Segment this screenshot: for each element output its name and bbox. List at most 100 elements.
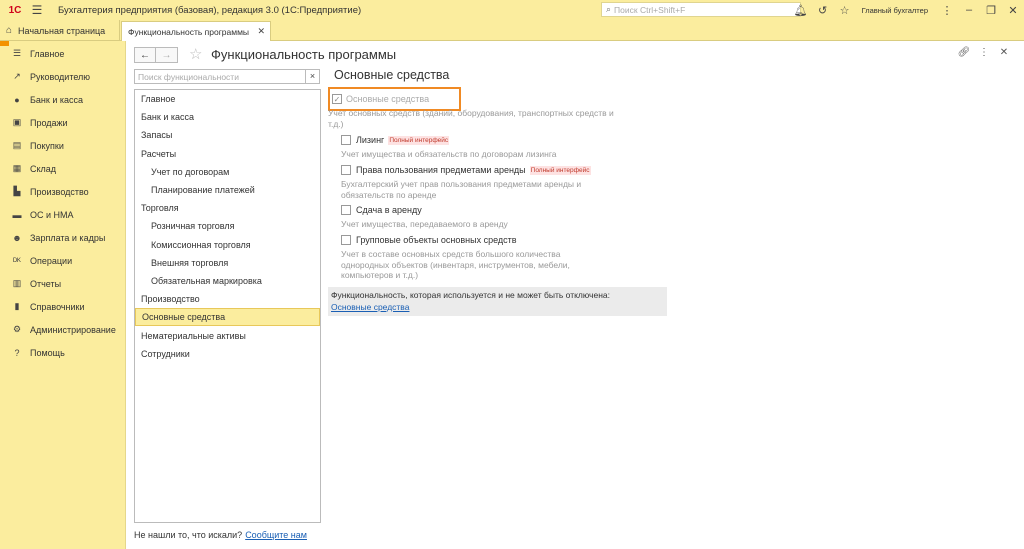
sidebar-item-label: Отчеты [30, 278, 62, 289]
checkbox[interactable] [341, 135, 351, 145]
tree-item[interactable]: Производство [135, 290, 320, 308]
factory-icon: ▙ [13, 186, 21, 196]
sidebar-item[interactable]: ? Помощь [0, 341, 125, 364]
sidebar-item-label: Помощь [30, 347, 65, 358]
sidebar-item-label: Операции [30, 255, 73, 266]
star-icon[interactable]: ☆ [834, 0, 856, 20]
trend-icon: ↗ [13, 71, 21, 81]
option-label: Права пользования предметами аренды [356, 165, 526, 175]
main-option-description: Учет основных средств (зданий, оборудова… [328, 108, 614, 129]
sidebar-item-label: Производство [30, 186, 89, 197]
sidebar-item[interactable]: ↗ Руководителю [0, 65, 125, 88]
tree-item[interactable]: Сотрудники [135, 345, 320, 363]
option-lease-rights[interactable]: Права пользования предметами аренды Полн… [341, 165, 591, 175]
tree-item[interactable]: Учет по договорам [135, 163, 320, 181]
maximize-icon[interactable]: ❐ [980, 0, 1002, 20]
tree-item[interactable]: Главное [135, 90, 320, 108]
list-icon: ☰ [12, 48, 22, 58]
forward-button[interactable]: → [156, 47, 178, 63]
sidebar-item[interactable]: ▦ Склад [0, 157, 125, 180]
sidebar-item-label: Продажи [30, 117, 68, 128]
sidebar-item-label: Главное [30, 48, 65, 59]
sidebar-item-label: Банк и касса [30, 94, 83, 105]
info-link[interactable]: Основные средства [331, 302, 664, 312]
tree-item[interactable]: Розничная торговля [135, 217, 320, 235]
option-description: Учет имущества и обязательств по договор… [341, 149, 557, 159]
more-icon[interactable]: ⋮ [974, 47, 994, 58]
sidebar-item[interactable]: ▤ Покупки [0, 134, 125, 157]
sidebar-item-label: Администрирование [30, 324, 116, 335]
tree-item[interactable]: Основные средства [135, 308, 320, 327]
close-window-icon[interactable]: ✕ [1002, 0, 1024, 20]
link-icon[interactable]: 🔗︎ [954, 47, 974, 58]
sidebar-item-label: Руководителю [30, 71, 91, 82]
functionality-tree: Главное Банк и касса Запасы Расчеты Учет по … [134, 89, 321, 523]
sidebar-item[interactable]: ▮ Справочники [0, 295, 125, 318]
sidebar-item[interactable]: ☰ Главное [0, 42, 125, 65]
tree-item[interactable]: Обязательная маркировка [135, 272, 320, 290]
sidebar-item-label: Покупки [30, 140, 64, 151]
sidebar-item-label: ОС и НМА [30, 209, 74, 220]
sidebar-item[interactable]: ☻ Зарплата и кадры [0, 226, 125, 249]
option-group-objects[interactable]: Групповые объекты основных средств [341, 235, 517, 245]
kebab-menu-icon[interactable]: ⋮ [936, 0, 958, 20]
hamburger-menu-icon[interactable]: ☰ [26, 0, 48, 20]
close-tab-icon[interactable]: ✕ [257, 26, 265, 37]
bell-icon[interactable]: 🔔︎ [790, 0, 812, 20]
sidebar-item[interactable]: ⚙ Администрирование [0, 318, 125, 341]
tab-home-label: Начальная страница [18, 25, 106, 36]
history-icon[interactable]: ↺ [812, 0, 834, 20]
functionality-search-input[interactable]: Поиск функциональности × [134, 69, 320, 84]
main-panel: ← → ☆ Функциональность программы 🔗︎ ⋮ ✕ … [127, 41, 1024, 549]
sidebar-item[interactable]: ▙ Производство [0, 180, 125, 203]
tree-item[interactable]: Запасы [135, 126, 320, 144]
minimize-icon[interactable]: – [958, 0, 980, 20]
clear-search-icon[interactable]: × [305, 70, 319, 83]
favorite-star-icon[interactable]: ☆ [189, 45, 202, 63]
option-label: Сдача в аренду [356, 205, 422, 215]
global-search-placeholder: Поиск Ctrl+Shift+F [614, 4, 686, 15]
option-label: Лизинг [356, 135, 385, 145]
tab-home[interactable]: ⌂ Начальная страница [0, 20, 120, 41]
not-found-text: Не нашли то, что искали? [134, 530, 243, 540]
sidebar-item[interactable]: ▥ Отчеты [0, 272, 125, 295]
title-bar: 1С ☰ Бухгалтерия предприятия (базовая), … [0, 0, 1024, 20]
tree-item[interactable]: Торговля [135, 199, 320, 217]
home-icon: ⌂ [6, 25, 13, 36]
tree-item[interactable]: Банк и касса [135, 108, 320, 126]
sidebar-item[interactable]: ▬ ОС и НМА [0, 203, 125, 226]
sidebar-item-label: Зарплата и кадры [30, 232, 106, 243]
tree-item[interactable]: Внешняя торговля [135, 254, 320, 272]
report-link[interactable]: Сообщите нам [245, 530, 307, 540]
option-rent-out[interactable]: Сдача в аренду [341, 205, 422, 215]
back-button[interactable]: ← [134, 47, 156, 63]
chart-icon: ▥ [12, 278, 22, 288]
truck-icon: ▬ [12, 209, 22, 220]
checkbox[interactable] [341, 235, 351, 245]
tab-functionality-label: Функциональность программы [128, 26, 250, 37]
tree-item[interactable]: Комиссионная торговля [135, 236, 320, 254]
tab-functionality[interactable]: Функциональность программы ✕ [121, 21, 271, 41]
sidebar-item[interactable]: ᴰᴷ Операции [0, 249, 125, 272]
sidebar-item[interactable]: ● Банк и касса [0, 88, 125, 111]
sidebar-item[interactable]: ▣ Продажи [0, 111, 125, 134]
tree-item[interactable]: Нематериальные активы [135, 326, 320, 344]
tab-bar: ⌂ Начальная страница Функциональность пр… [0, 20, 1024, 41]
info-box: Функциональность, которая используется и… [328, 287, 667, 316]
user-name[interactable]: Главный бухгалтер [862, 6, 928, 15]
bag-icon: ▣ [12, 117, 22, 127]
option-description: Бухгалтерский учет прав пользования пред… [341, 179, 582, 200]
tree-item[interactable]: Расчеты [135, 145, 320, 163]
sidebar-marker [0, 41, 9, 46]
global-search-input[interactable]: ⌕ Поиск Ctrl+Shift+F [601, 2, 801, 17]
sections-sidebar: ☰ Главное ↗ Руководителю ● Банк и касса ▣ Прода… [0, 41, 126, 549]
checkbox[interactable] [341, 205, 351, 215]
tree-item[interactable]: Планирование платежей [135, 181, 320, 199]
cart-icon: ▤ [12, 140, 22, 150]
close-form-icon[interactable]: ✕ [994, 47, 1014, 58]
checkbox[interactable] [341, 165, 351, 175]
option-description: Учет в составе основных средств большого… [341, 249, 570, 280]
checkmark-icon: ✓ [332, 94, 342, 104]
option-leasing[interactable]: Лизинг Полный интерфейс [341, 135, 450, 145]
box-icon: ▦ [12, 163, 22, 173]
